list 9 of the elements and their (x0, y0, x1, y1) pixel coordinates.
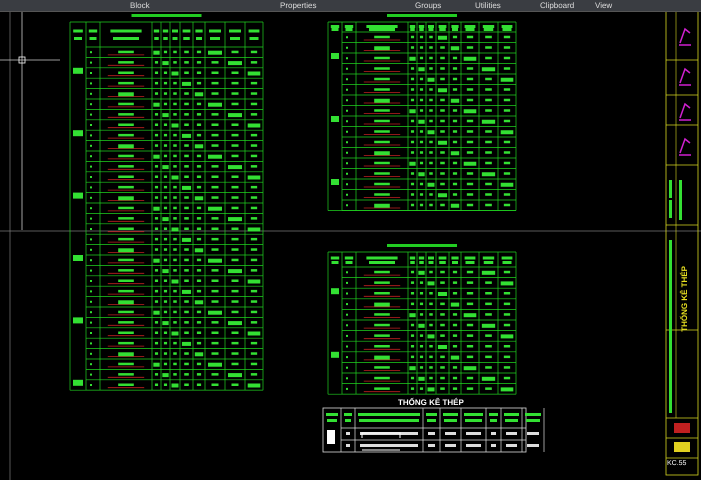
ribbon-panel-tab[interactable]: Block (130, 0, 150, 11)
ribbon-panel-tab[interactable]: Clipboard (540, 0, 574, 11)
crosshair-cursor-icon (0, 12, 60, 230)
ribbon-panel-tab[interactable]: Groups (415, 0, 442, 11)
sheet-title: THỐNG KÊ THÉP (680, 266, 689, 332)
ribbon-panel-tab[interactable]: Utilities (475, 0, 501, 11)
summary-table-title: THỐNG KÊ THÉP (398, 398, 464, 407)
ribbon-panel-tab[interactable]: View (595, 0, 612, 11)
ribbon-panel-tab[interactable]: Properties (280, 0, 316, 11)
